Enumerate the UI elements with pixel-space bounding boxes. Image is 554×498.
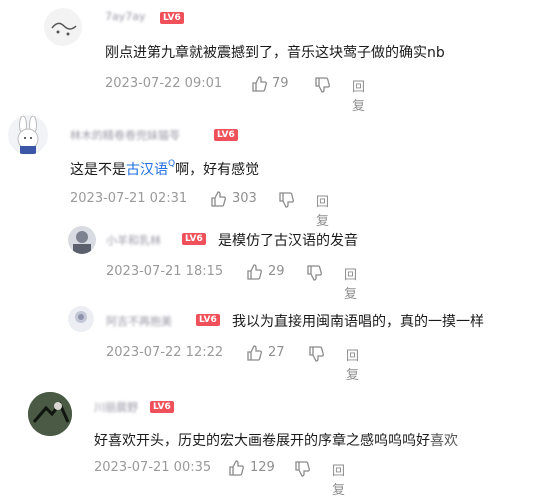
thumbs-up-icon[interactable] [251,76,267,92]
level-badge: LV6 [160,12,184,24]
bunny-avatar-icon [17,115,39,154]
username[interactable]: 小羊和乳林 [106,232,161,248]
like-count: 303 [232,191,257,206]
username[interactable]: 阿吉不再抱美 [106,313,172,329]
comment-date: 2023-07-21 18:15 [106,264,224,279]
comment-text: 是模仿了古汉语的发音 [218,233,358,249]
avatar[interactable] [44,8,82,46]
avatar[interactable] [68,226,96,254]
reply-button[interactable]: 回复 [332,460,345,498]
avatar[interactable] [28,392,72,436]
thumbs-up-icon[interactable] [246,264,262,280]
like-count: 79 [272,76,289,91]
avatar-photo-icon [75,311,87,323]
reply-button[interactable]: 回复 [346,345,359,383]
comment-date: 2023-07-22 09:01 [105,76,223,91]
level-badge: LV6 [214,129,238,141]
keyword-link[interactable]: 古汉语 [126,162,168,178]
avatar[interactable] [8,115,48,155]
comment-text: 好喜欢开头，历史的宏大画卷展开的序章之感呜呜呜好喜欢 [94,430,458,450]
comment-text-main: 好喜欢开头，历史的宏大画卷展开的序章之感呜呜呜好 [94,433,430,449]
avatar-photo-icon [73,231,91,254]
comment-text: 我以为直接用闽南语唱的，真的一摸一样 [232,314,484,330]
level-badge: LV6 [150,401,174,413]
username[interactable]: 川丽晨野 [94,399,138,415]
avatar-doodle-icon [51,22,77,36]
level-badge: LV6 [196,314,220,326]
thumbs-down-icon[interactable] [306,265,322,281]
comment-text-before: 这是不是 [70,162,126,178]
comment-date: 2023-07-21 02:31 [70,191,188,206]
comment-text-after: 啊，好有感觉 [175,162,260,178]
like-count: 129 [250,460,275,475]
username[interactable]: 7ay7ay [105,10,146,23]
like-count: 27 [268,345,285,360]
thumbs-down-icon[interactable] [278,192,294,208]
comment-text: 刚点进第九章就被震撼到了，音乐这块莺子做的确实nb [105,45,445,61]
comment-text: 这是不是古汉语Q啊，好有感觉 [70,159,259,179]
comment-date: 2023-07-21 00:35 [94,460,212,475]
thumbs-down-icon[interactable] [294,461,310,477]
thumbs-down-icon[interactable] [308,346,324,362]
comment-date: 2023-07-22 12:22 [106,345,224,360]
reply-button[interactable]: 回复 [352,76,365,114]
thumbs-up-icon[interactable] [228,460,244,476]
username[interactable]: 林木的精卷卷兜妹猫苓 [70,127,180,143]
like-count: 29 [268,264,285,279]
comment-text-tail: 喜欢 [430,433,458,449]
reply-button[interactable]: 回复 [344,264,357,302]
level-badge: LV6 [182,233,206,245]
reply-button[interactable]: 回复 [316,191,329,229]
avatar-photo-icon [28,392,72,436]
avatar[interactable] [68,306,94,332]
thumbs-up-icon[interactable] [210,191,226,207]
thumbs-up-icon[interactable] [246,345,262,361]
thumbs-down-icon[interactable] [314,77,330,93]
